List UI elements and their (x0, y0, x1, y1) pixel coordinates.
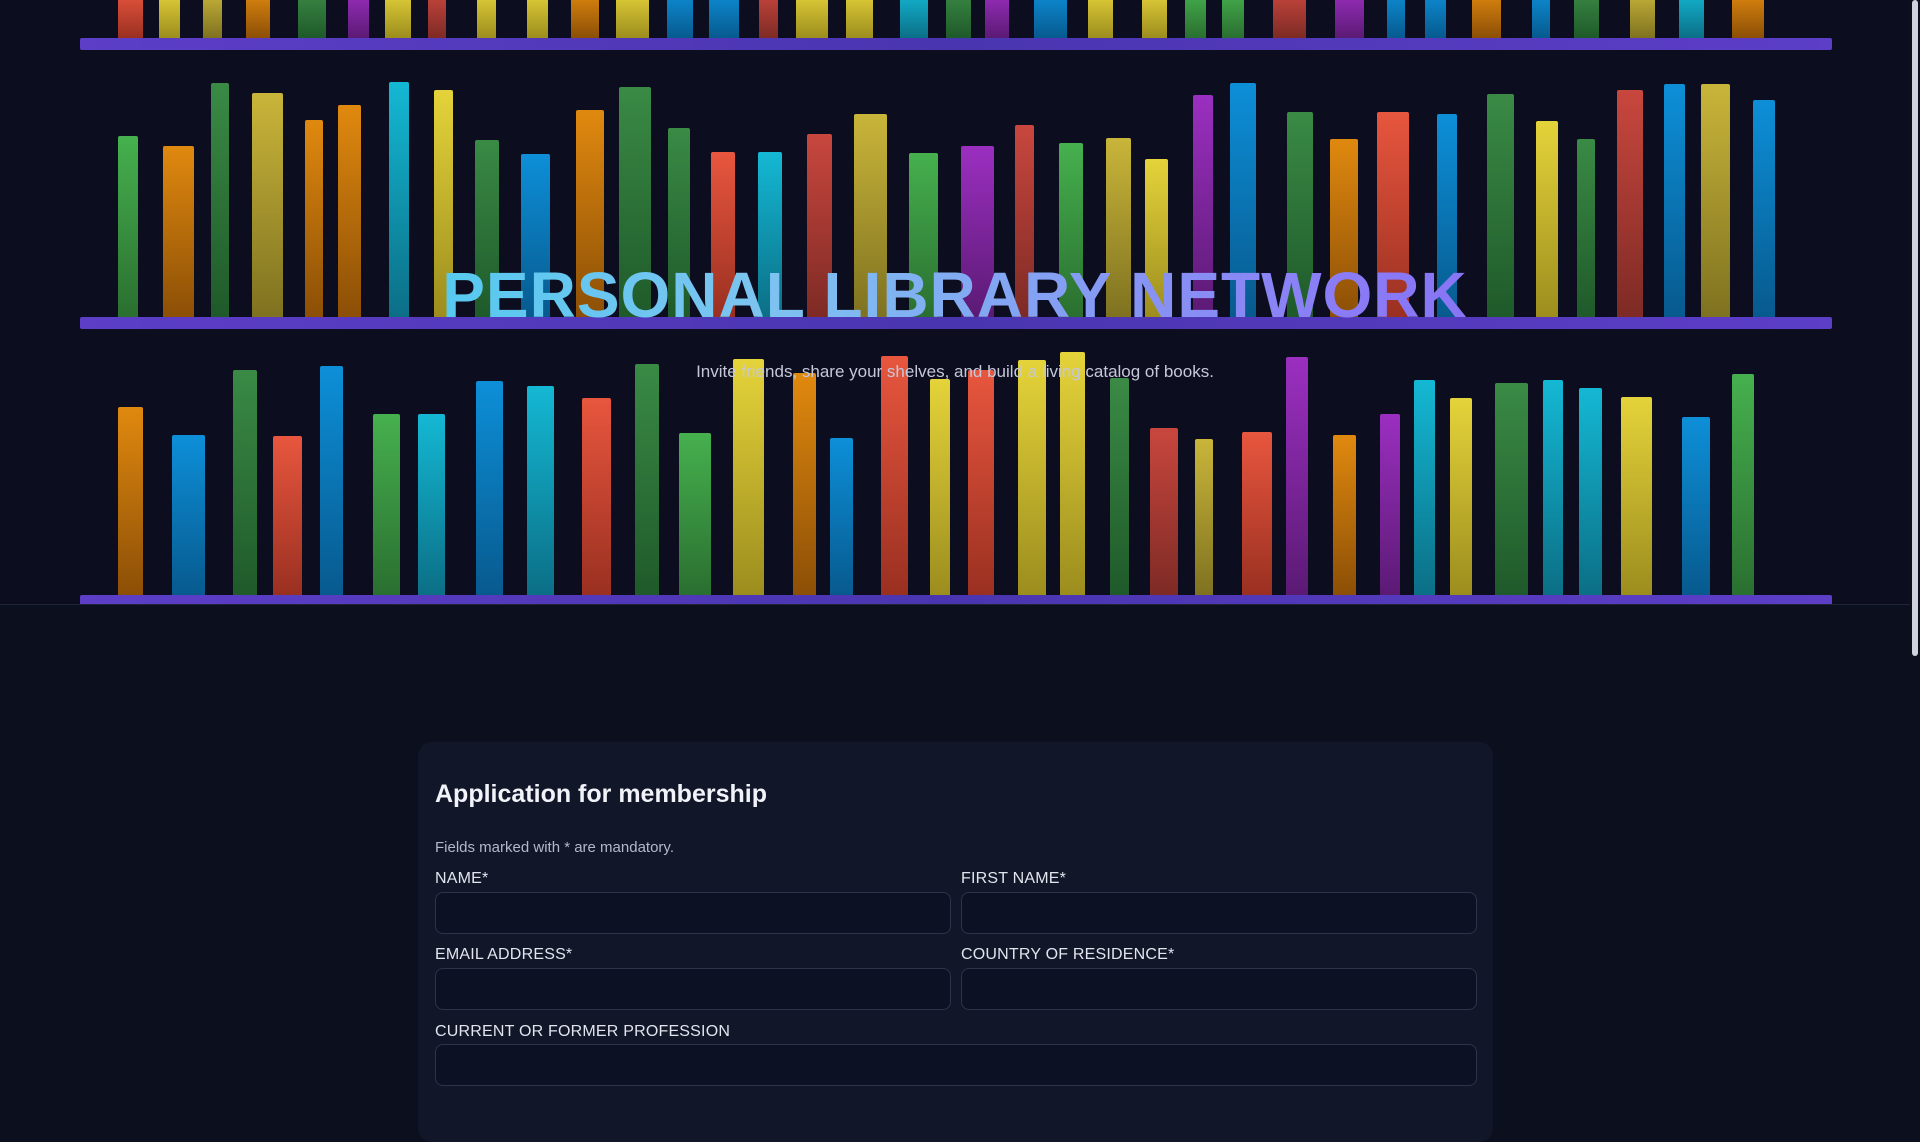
book-spine (527, 386, 554, 595)
book-spine (846, 0, 873, 38)
email-input[interactable] (435, 968, 951, 1010)
book-spine (1732, 374, 1754, 595)
book-spine (418, 414, 445, 595)
book-spine (830, 438, 853, 595)
profession-label: CURRENT OR FORMER PROFESSION (435, 1023, 731, 1040)
page-scrollbar[interactable] (1910, 0, 1920, 1080)
book-spine (1018, 360, 1046, 595)
book-spine (1532, 0, 1550, 38)
book-spine (759, 0, 778, 38)
book-spine (1273, 0, 1306, 38)
book-spine (709, 0, 739, 38)
book-spine (1450, 398, 1472, 595)
book-spine (1110, 378, 1129, 595)
first-name-label: FIRST NAME* (961, 870, 1067, 887)
book-spine (1630, 0, 1655, 38)
form-title: Application for membership (435, 780, 767, 808)
country-label: COUNTRY OF RESIDENCE* (961, 946, 1175, 963)
book-spine (679, 433, 711, 595)
country-input[interactable] (961, 968, 1477, 1010)
shelf-plank (80, 38, 1832, 50)
shelf-plank (80, 595, 1832, 604)
book-spine (985, 0, 1009, 38)
book-spine (1732, 0, 1764, 38)
book-spine (118, 0, 143, 38)
book-spine (571, 0, 599, 38)
book-spine (616, 0, 649, 38)
book-spine (1472, 0, 1501, 38)
book-spine (1682, 417, 1710, 595)
book-spine (1185, 0, 1206, 38)
book-spine (793, 373, 816, 595)
name-input[interactable] (435, 892, 951, 934)
email-label: EMAIL ADDRESS* (435, 946, 573, 963)
book-spine (233, 370, 257, 595)
book-spine (1543, 380, 1563, 595)
book-spine (1679, 0, 1704, 38)
book-spine (1060, 352, 1085, 595)
book-spine (1333, 435, 1356, 595)
book-spine (203, 0, 222, 38)
book-spine (320, 366, 343, 595)
book-spine (1286, 357, 1308, 595)
book-spine (1222, 0, 1244, 38)
page-title: PERSONAL LIBRARY NETWORK (0, 258, 1910, 332)
book-spine (1387, 0, 1405, 38)
form-note: Fields marked with * are mandatory. (435, 839, 674, 856)
book-spine (1242, 432, 1272, 595)
book-spine (246, 0, 270, 38)
book-spine (1579, 388, 1602, 595)
first-name-input[interactable] (961, 892, 1477, 934)
book-spine (1335, 0, 1364, 38)
membership-form-card: Application for membership Fields marked… (418, 742, 1493, 1142)
book-spine (527, 0, 548, 38)
book-spine (1142, 0, 1167, 38)
book-spine (1495, 383, 1528, 595)
book-spine (477, 0, 496, 38)
hero-banner: PERSONAL LIBRARY NETWORK Invite friends,… (0, 0, 1910, 605)
book-spine (946, 0, 971, 38)
book-spine (881, 356, 908, 595)
scrollbar-thumb[interactable] (1912, 0, 1918, 656)
book-spine (476, 381, 503, 595)
book-spine (348, 0, 369, 38)
book-spine (373, 414, 400, 595)
book-spine (1574, 0, 1599, 38)
book-spine (298, 0, 326, 38)
book-spine (1414, 380, 1435, 595)
name-label: NAME* (435, 870, 489, 887)
book-spine (796, 0, 828, 38)
book-spine (1150, 428, 1178, 595)
book-spine (930, 379, 950, 595)
book-spine (900, 0, 928, 38)
book-spine (428, 0, 446, 38)
book-spine (118, 407, 143, 595)
book-spine (1034, 0, 1067, 38)
book-spine (1621, 397, 1652, 595)
book-spine (159, 0, 180, 38)
book-spine (1380, 414, 1400, 595)
book-spine (582, 398, 611, 595)
book-spine (635, 364, 659, 595)
book-spine (172, 435, 205, 595)
book-spine (1425, 0, 1446, 38)
page-subtitle: Invite friends, share your shelves, and … (696, 362, 1214, 381)
book-spine (968, 370, 994, 595)
book-spine (1195, 439, 1213, 595)
book-spine (273, 436, 302, 595)
book-spine (385, 0, 411, 38)
book-spine (667, 0, 693, 38)
book-spine (733, 359, 764, 595)
book-spine (1088, 0, 1113, 38)
